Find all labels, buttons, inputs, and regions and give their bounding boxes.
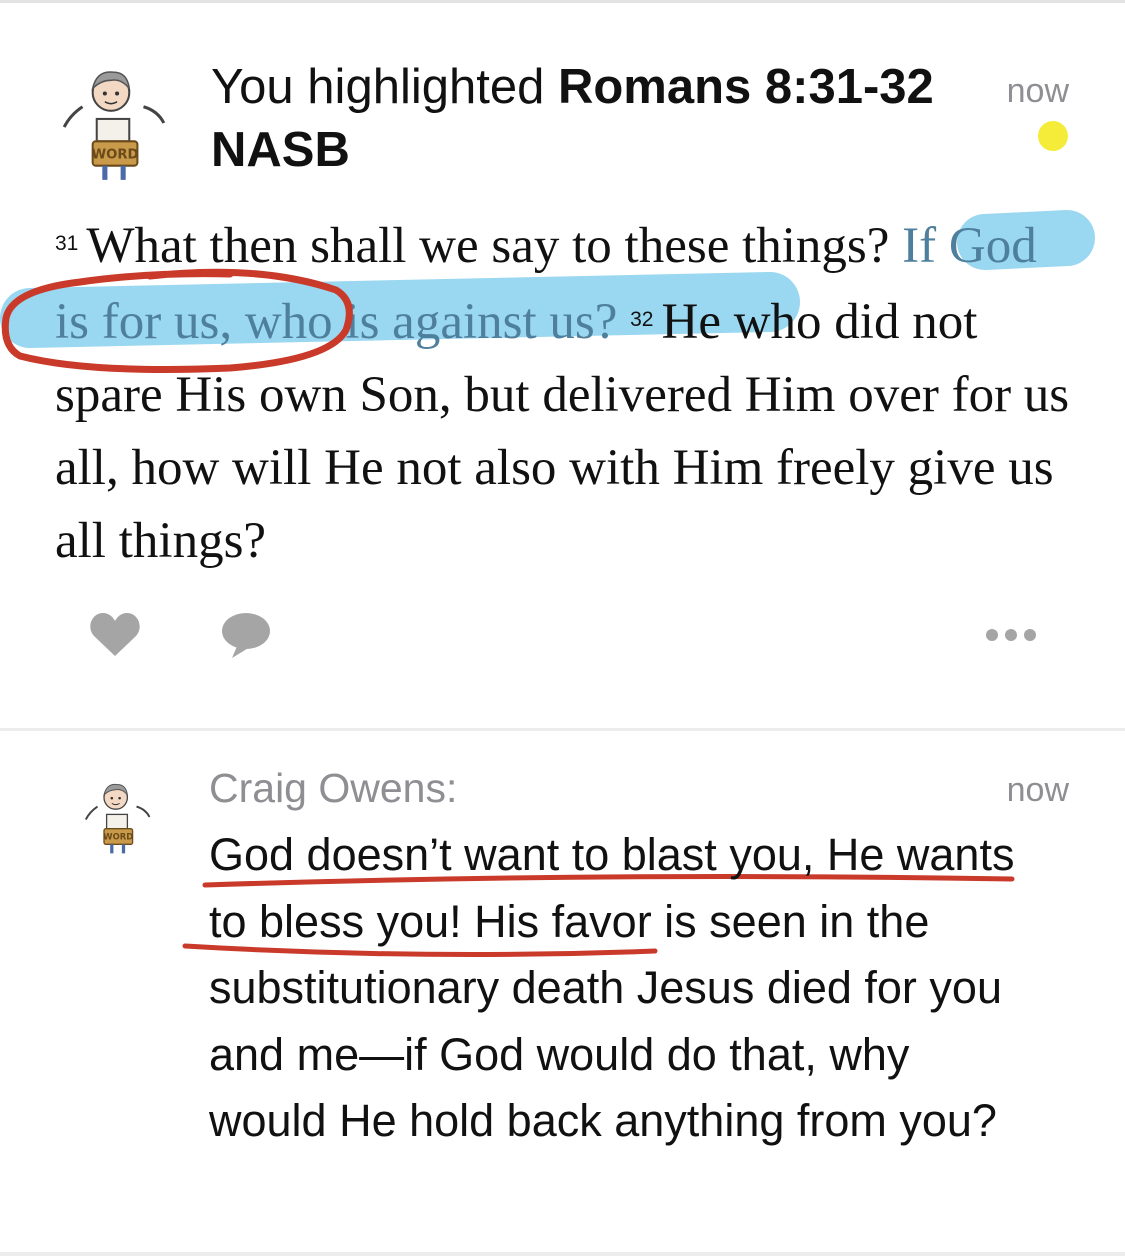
like-button[interactable] (88, 610, 142, 660)
highlight-color-dot (1038, 121, 1068, 151)
ellipsis-icon (986, 629, 1036, 641)
avatar-sign-text: WORD (92, 148, 139, 163)
verse-text[interactable]: 31 What then shall we say to these things… (55, 207, 1075, 578)
verse-reference-link[interactable]: Romans 8:31-32 (558, 60, 934, 114)
comment-button[interactable] (220, 610, 272, 660)
more-options-button[interactable] (982, 610, 1042, 660)
comment-author-name[interactable]: Craig Owens: (209, 765, 457, 812)
top-divider (0, 0, 1125, 3)
title-prefix: You highlighted (211, 60, 558, 114)
card-divider (0, 728, 1125, 731)
translation-label[interactable]: NASB (211, 123, 350, 177)
speech-bubble-icon (222, 613, 270, 658)
avatar-sign-text: WORD (103, 832, 133, 842)
comment-body: God doesn’t want to blast you, He wants … (209, 829, 1015, 1146)
verse-number-32: 32 (630, 308, 654, 331)
user-avatar[interactable]: WORD (52, 62, 174, 184)
heart-icon (90, 613, 140, 656)
comment-timestamp: now (1006, 771, 1069, 809)
highlight-title: You highlighted Romans 8:31-32 NASB (211, 56, 991, 182)
verse-number-31: 31 (55, 232, 79, 255)
bottom-divider (0, 1252, 1125, 1256)
comment-author-avatar[interactable]: WORD (78, 778, 156, 856)
verse-31-text: What then shall we say to these things? (86, 218, 903, 274)
highlight-timestamp: now (1006, 72, 1069, 110)
